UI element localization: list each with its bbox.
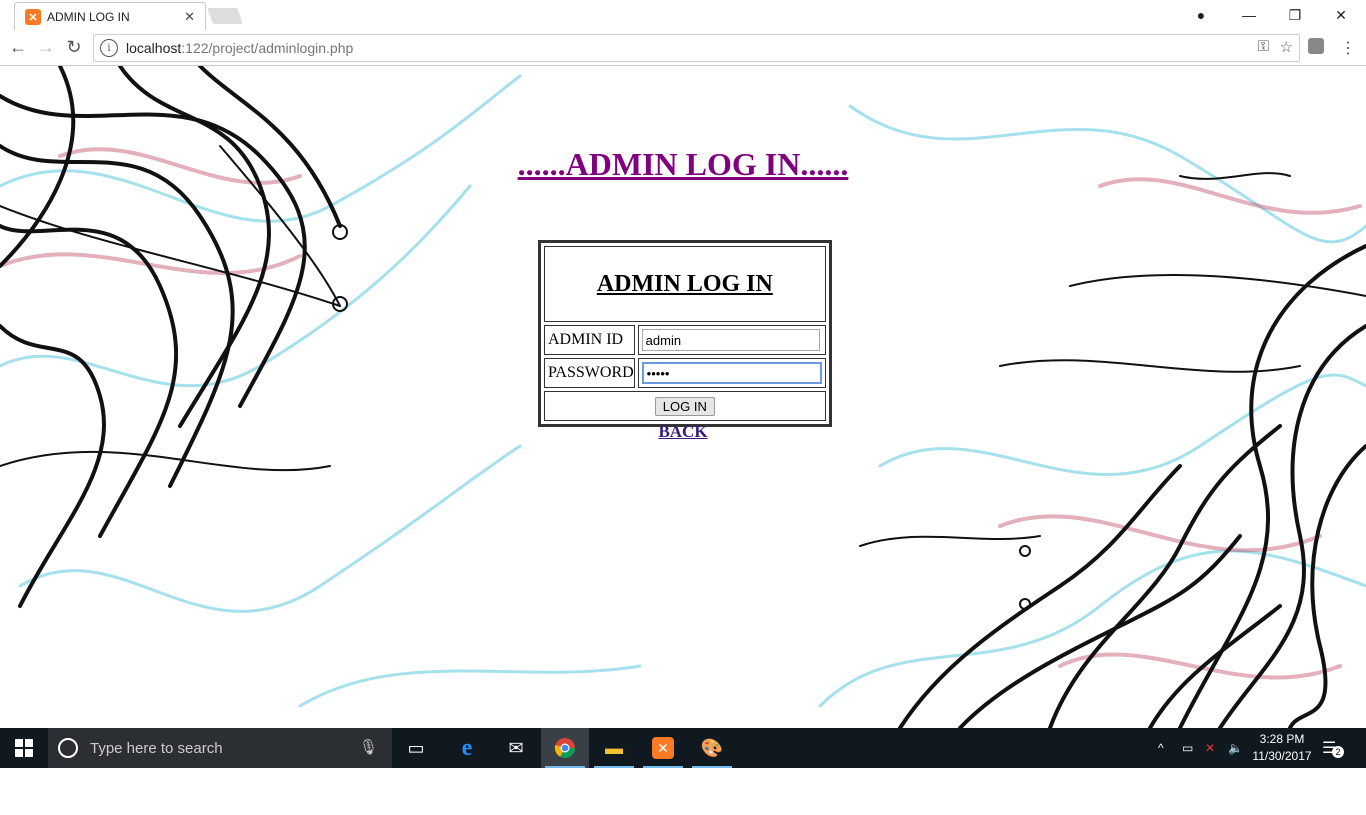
- password-label: PASSWORD: [544, 358, 635, 388]
- notification-center-icon[interactable]: ☰ 2: [1322, 738, 1344, 758]
- page-content: ......ADMIN LOG IN...... ADMIN LOG IN AD…: [0, 66, 1366, 728]
- file-explorer-icon[interactable]: ▬: [590, 728, 638, 768]
- admin-id-cell: [637, 325, 826, 355]
- start-button[interactable]: [0, 728, 48, 768]
- star-icon[interactable]: ☆: [1280, 38, 1293, 56]
- browser-tab[interactable]: ✕ ADMIN LOG IN ✕: [14, 2, 206, 31]
- password-cell: [637, 358, 826, 388]
- tab-title: ADMIN LOG IN: [47, 10, 130, 24]
- xampp-logo-icon: ✕: [652, 737, 674, 759]
- forward-arrow-icon[interactable]: →: [36, 37, 56, 57]
- new-tab-button[interactable]: [207, 8, 243, 24]
- login-button-cell: LOG IN: [544, 391, 826, 421]
- url-path: :122/project/adminlogin.php: [181, 40, 354, 56]
- chrome-logo-icon: [554, 738, 576, 759]
- cortana-icon: [58, 738, 78, 758]
- chrome-icon[interactable]: [541, 728, 589, 768]
- back-container: BACK: [0, 422, 1366, 442]
- key-icon[interactable]: ⚿: [1258, 38, 1269, 55]
- taskbar-search-box[interactable]: Type here to search 🎙: [48, 728, 392, 768]
- open-indicator: [692, 766, 732, 768]
- windows-logo-icon: [15, 739, 33, 757]
- volume-icon[interactable]: 🔈: [1228, 728, 1243, 768]
- restore-icon[interactable]: ❐: [1272, 0, 1318, 30]
- xampp-favicon-icon: ✕: [25, 9, 41, 25]
- back-arrow-icon[interactable]: ←: [8, 37, 28, 57]
- login-button[interactable]: LOG IN: [654, 396, 715, 416]
- notification-badge: 2: [1332, 746, 1344, 758]
- login-form-table: ADMIN LOG IN ADMIN ID PASSWORD LOG IN: [538, 240, 832, 427]
- browser-toolbar: ← → ↻ i localhost:122/project/adminlogin…: [0, 30, 1366, 66]
- menu-icon[interactable]: ⋮: [1340, 38, 1356, 58]
- show-hidden-icons-icon[interactable]: ^: [1158, 728, 1164, 768]
- back-link[interactable]: BACK: [658, 422, 707, 441]
- browser-tabstrip: ✕ ADMIN LOG IN ✕ ● — ❐ ✕: [0, 0, 1366, 31]
- mail-icon[interactable]: ✉: [492, 728, 540, 768]
- active-indicator: [545, 766, 585, 768]
- minimize-icon[interactable]: —: [1226, 0, 1272, 30]
- xampp-icon[interactable]: ✕: [639, 728, 687, 768]
- search-placeholder: Type here to search: [90, 739, 223, 757]
- form-title: ADMIN LOG IN: [544, 246, 826, 322]
- taskbar: Type here to search 🎙 ▭ e ✉ ▬ ✕ 🎨 ^ ▭ ✕ …: [0, 728, 1366, 768]
- edge-icon[interactable]: e: [443, 728, 491, 768]
- network-error-icon[interactable]: ✕: [1205, 728, 1215, 768]
- battery-icon[interactable]: ▭: [1182, 728, 1193, 768]
- microphone-icon[interactable]: 🎙: [359, 738, 378, 756]
- paint-icon[interactable]: 🎨: [688, 728, 736, 768]
- admin-id-input[interactable]: [641, 329, 820, 351]
- close-window-icon[interactable]: ✕: [1318, 0, 1364, 30]
- clock-time: 3:28 PM: [1259, 732, 1305, 746]
- task-view-icon[interactable]: ▭: [392, 728, 440, 768]
- extension-icon[interactable]: [1308, 38, 1324, 54]
- open-indicator: [643, 766, 683, 768]
- profile-icon[interactable]: ●: [1178, 0, 1224, 30]
- info-icon[interactable]: i: [100, 39, 118, 57]
- system-clock[interactable]: 3:28 PM 11/30/2017: [1250, 731, 1314, 765]
- reload-icon[interactable]: ↻: [64, 37, 84, 57]
- admin-id-label: ADMIN ID: [544, 325, 635, 355]
- address-bar[interactable]: i localhost:122/project/adminlogin.php ⚿…: [93, 34, 1300, 62]
- clock-date: 11/30/2017: [1252, 749, 1312, 763]
- page-heading: ......ADMIN LOG IN......: [0, 146, 1366, 183]
- page-heading-link[interactable]: ......ADMIN LOG IN......: [518, 146, 849, 182]
- password-input[interactable]: [641, 362, 822, 384]
- open-indicator: [594, 766, 634, 768]
- url-host: localhost: [126, 40, 182, 56]
- close-tab-icon[interactable]: ✕: [184, 9, 195, 25]
